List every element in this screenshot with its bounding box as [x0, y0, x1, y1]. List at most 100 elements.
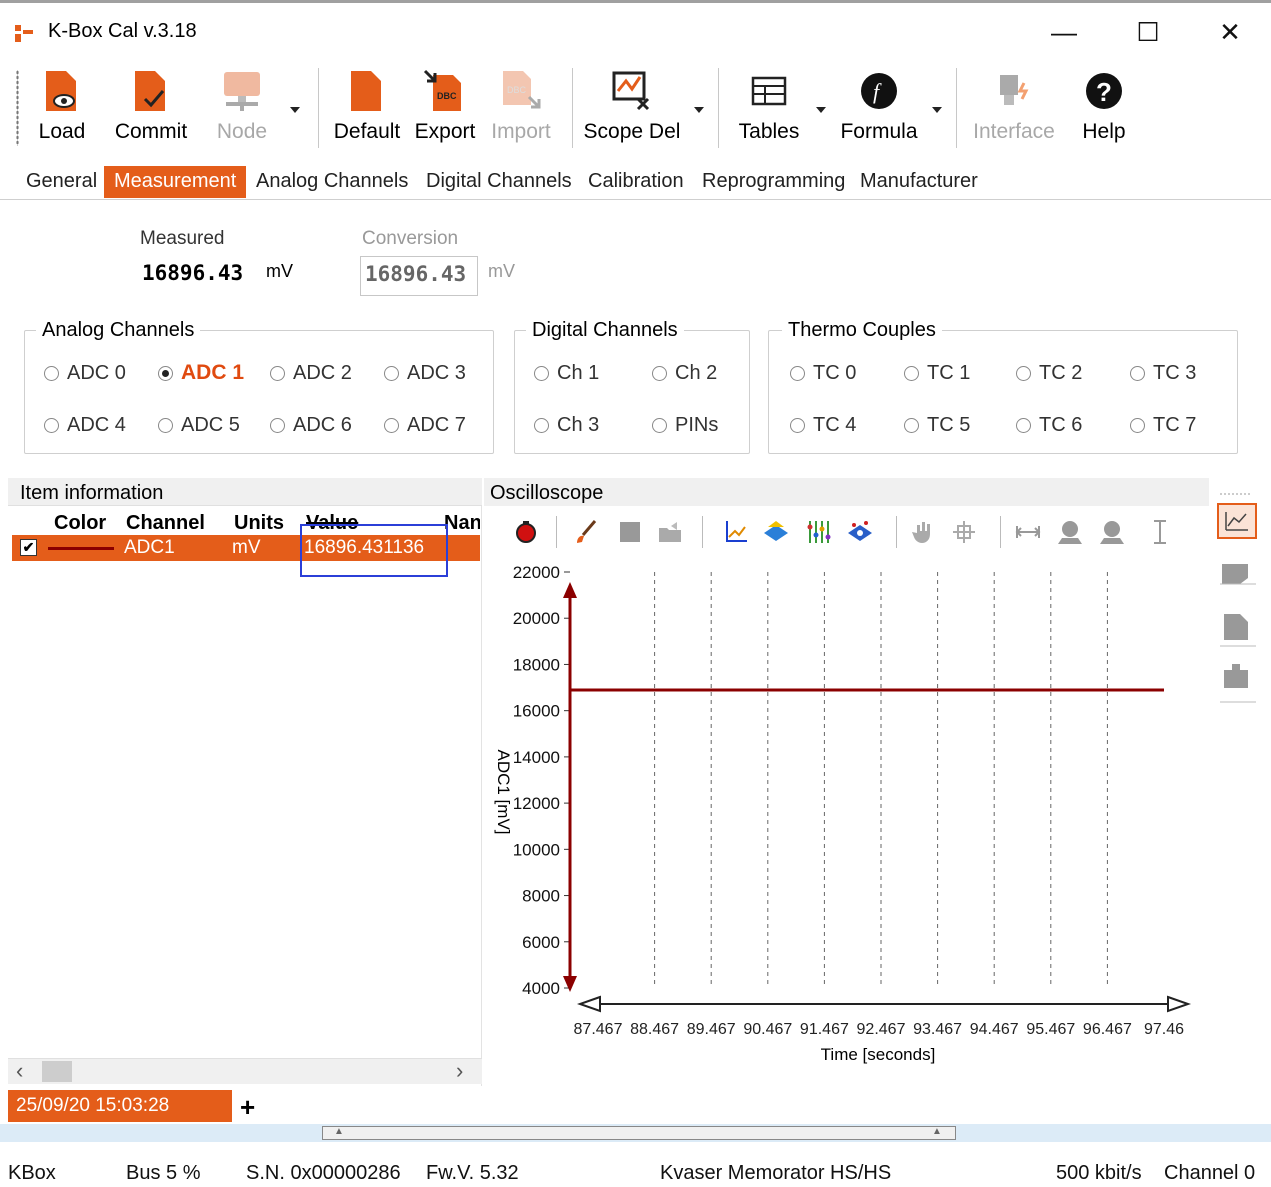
column-units[interactable]: Units: [234, 512, 284, 535]
record-icon[interactable]: [512, 518, 540, 546]
radio-indicator: [1130, 418, 1145, 433]
radio-label: ADC 4: [67, 414, 126, 436]
stop-icon[interactable]: [616, 518, 644, 546]
axis-chart-icon[interactable]: [722, 518, 750, 546]
conversion-field[interactable]: 16896.43: [360, 256, 478, 296]
conversion-unit: mV: [488, 261, 515, 281]
radio-tc-2[interactable]: TC 2: [1016, 362, 1082, 385]
x-tick-label: 96.467: [1083, 1021, 1132, 1038]
scope-del-button[interactable]: Scope Del: [582, 68, 682, 150]
zoom-out-icon[interactable]: [1098, 518, 1126, 546]
radio-tc-1[interactable]: TC 1: [904, 362, 970, 385]
scatter-icon[interactable]: [846, 518, 874, 546]
log-date-tab[interactable]: 25/09/20 15:03:28: [8, 1090, 232, 1122]
node-dropdown-arrow[interactable]: [290, 107, 300, 113]
formula-dropdown-arrow[interactable]: [932, 107, 942, 113]
radio-adc-4[interactable]: ADC 4: [44, 414, 126, 437]
radio-label: ADC 2: [293, 362, 352, 384]
tab-calibration[interactable]: Calibration: [578, 166, 694, 198]
radio-indicator: [158, 418, 173, 433]
toolbar-separator: [318, 68, 319, 148]
computer-node-icon: [219, 68, 265, 114]
radio-label: Ch 1: [557, 362, 600, 384]
brush-icon[interactable]: [572, 518, 600, 546]
y-tick-label: 18000: [513, 655, 560, 674]
default-button[interactable]: Default: [330, 68, 404, 150]
column-color[interactable]: Color: [54, 512, 106, 535]
radio-adc-1[interactable]: ADC 1: [158, 361, 244, 385]
row-color-swatch[interactable]: [48, 547, 114, 550]
scroll-left-arrow-icon[interactable]: ‹: [16, 1058, 36, 1084]
radio-adc-0[interactable]: ADC 0: [44, 362, 126, 385]
status-device: KBox: [8, 1162, 56, 1184]
toolbar-separator: [702, 516, 703, 548]
zoom-vertical-icon[interactable]: [1146, 518, 1174, 546]
close-button[interactable]: ✕: [1208, 10, 1252, 54]
oscilloscope-plot[interactable]: 4000 6000 8000 10000 12000 14000 16000 18000 200…: [484, 552, 1214, 1072]
x-tick-label: 92.467: [857, 1021, 906, 1038]
radio-tc-4[interactable]: TC 4: [790, 414, 856, 437]
maximize-button[interactable]: ☐: [1126, 10, 1170, 54]
toolbar-grip[interactable]: [16, 70, 19, 146]
radio-ch-2[interactable]: Ch 2: [652, 362, 717, 385]
radio-indicator: [270, 366, 285, 381]
item-horizontal-scrollbar[interactable]: [8, 1058, 482, 1084]
radio-adc-6[interactable]: ADC 6: [270, 414, 352, 437]
scroll-up-arrow-icon[interactable]: ▲: [334, 1126, 344, 1137]
zoom-in-icon[interactable]: [1056, 518, 1084, 546]
scroll-up-arrow-icon[interactable]: ▲: [932, 1126, 942, 1137]
radio-tc-0[interactable]: TC 0: [790, 362, 856, 385]
tables-dropdown-arrow[interactable]: [816, 107, 826, 113]
move-icon[interactable]: [950, 518, 978, 546]
y-tick-label: 12000: [513, 794, 560, 813]
export-button[interactable]: DBC Export: [414, 68, 476, 150]
radio-indicator: [790, 418, 805, 433]
column-name[interactable]: Nan: [444, 512, 480, 535]
interface-button[interactable]: Interface: [968, 68, 1060, 150]
minimize-button[interactable]: —: [1042, 10, 1086, 54]
tab-digital-channels[interactable]: Digital Channels: [416, 166, 582, 198]
scroll-right-arrow-icon[interactable]: ›: [456, 1058, 476, 1084]
formula-button[interactable]: f Formula: [836, 68, 922, 150]
radio-indicator: [384, 418, 399, 433]
tab-measurement[interactable]: Measurement: [104, 166, 247, 198]
radio-adc-2[interactable]: ADC 2: [270, 362, 352, 385]
row-checkbox[interactable]: ✔: [20, 539, 37, 556]
channels-icon[interactable]: [804, 518, 832, 546]
commit-button[interactable]: Commit: [108, 68, 194, 150]
tab-manufacturer[interactable]: Manufacturer: [850, 166, 988, 198]
radio-tc-7[interactable]: TC 7: [1130, 414, 1196, 437]
radio-ch-1[interactable]: Ch 1: [534, 362, 599, 385]
zoom-horizontal-icon[interactable]: [1014, 518, 1042, 546]
radio-pins[interactable]: PINs: [652, 414, 718, 437]
radio-label: ADC 1: [181, 361, 245, 384]
status-bitrate: 500 kbit/s: [1056, 1162, 1142, 1184]
formula-icon: f: [856, 68, 902, 114]
pan-hand-icon[interactable]: [910, 518, 938, 546]
radio-tc-3[interactable]: TC 3: [1130, 362, 1196, 385]
tables-button[interactable]: Tables: [736, 68, 802, 150]
y-tick-label: 6000: [522, 933, 560, 952]
help-button[interactable]: ? Help: [1076, 68, 1132, 150]
radio-ch-3[interactable]: Ch 3: [534, 414, 599, 437]
tab-reprogramming[interactable]: Reprogramming: [692, 166, 855, 198]
bottom-scrollbar[interactable]: [322, 1126, 956, 1140]
column-channel[interactable]: Channel: [126, 512, 205, 535]
load-button[interactable]: Load: [36, 68, 88, 150]
node-button[interactable]: Node: [212, 68, 272, 150]
add-tab-button[interactable]: +: [240, 1092, 255, 1123]
tab-general[interactable]: General: [16, 166, 107, 198]
radio-adc-3[interactable]: ADC 3: [384, 362, 466, 385]
scope-dropdown-arrow[interactable]: [694, 107, 704, 113]
scroll-thumb[interactable]: [42, 1061, 72, 1082]
radio-tc-6[interactable]: TC 6: [1016, 414, 1082, 437]
radio-adc-7[interactable]: ADC 7: [384, 414, 466, 437]
radio-indicator: [1016, 418, 1031, 433]
open-folder-icon[interactable]: [656, 518, 684, 546]
layers-icon[interactable]: [762, 518, 790, 546]
tab-analog-channels[interactable]: Analog Channels: [246, 166, 418, 198]
radio-adc-5[interactable]: ADC 5: [158, 414, 240, 437]
import-button[interactable]: DBC Import: [486, 68, 556, 150]
radio-tc-5[interactable]: TC 5: [904, 414, 970, 437]
item-information-title: Item information: [20, 482, 164, 504]
